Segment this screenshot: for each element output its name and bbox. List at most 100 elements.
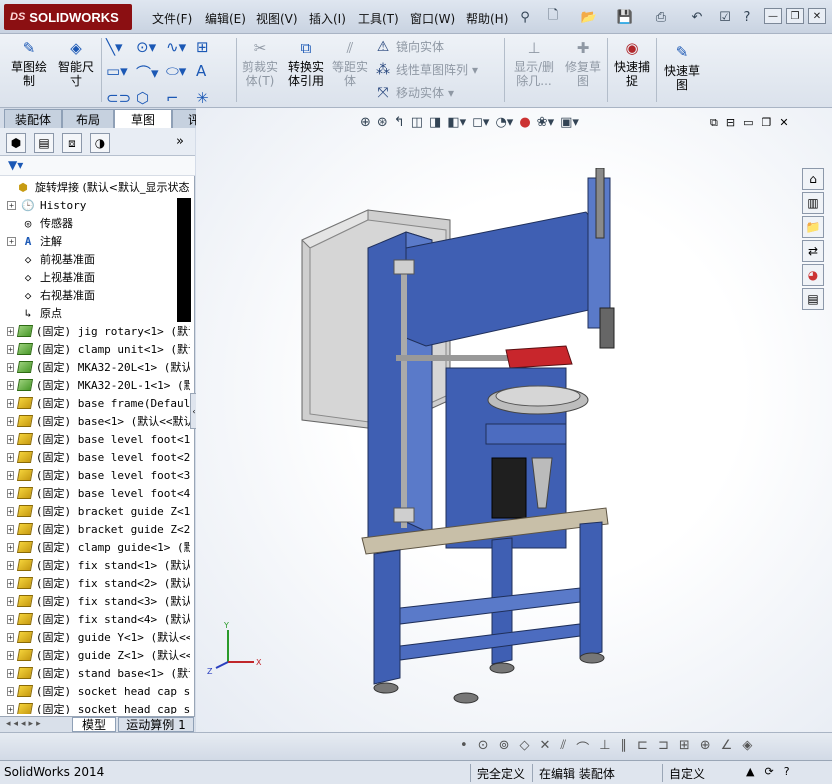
tree-item[interactable]: + (固定) base level foot<2> (0, 448, 190, 466)
tree-item[interactable]: + 🕒 History (0, 196, 190, 214)
expand-plus-icon[interactable]: + (7, 650, 14, 660)
view-orientation-icon[interactable]: ◧▾ (447, 115, 466, 130)
tab-layout[interactable]: 布局 (62, 109, 114, 128)
vertical-snap-icon[interactable]: ⊐ (658, 738, 669, 757)
point-icon[interactable]: ✳ (196, 89, 226, 107)
expand-plus-icon[interactable]: + (7, 614, 14, 624)
quick-tips-icon[interactable]: ? (784, 765, 790, 778)
tree-item[interactable]: + (固定) guide Y<1> (默认<< (0, 628, 190, 646)
expand-plus-icon[interactable]: + (7, 506, 14, 516)
tree-item[interactable]: + (固定) fix stand<3> (默认 (0, 592, 190, 610)
trim-entities-button[interactable]: ✂ 剪裁实 体(T) (240, 38, 280, 89)
tree-item[interactable]: + (固定) base level foot<3> (0, 466, 190, 484)
minimize-button[interactable]: — (764, 8, 782, 24)
menu-window[interactable]: 窗口(W) (410, 10, 455, 27)
save-icon[interactable]: 💾 (616, 8, 634, 26)
tree-item[interactable]: + A 注解 (0, 232, 190, 250)
expand-plus-icon[interactable]: + (7, 380, 14, 390)
tree-item[interactable]: + (固定) MKA32-20L<1> (默认 (0, 358, 190, 376)
hide-show-icon[interactable]: ◔▾ (495, 115, 513, 130)
spline-icon[interactable]: ∿▾ (166, 38, 196, 56)
zoom-to-area-icon[interactable]: ⊛ (377, 115, 388, 130)
restore-button[interactable]: ❐ (786, 8, 804, 24)
tree-item[interactable]: ◎ 传感器 (0, 214, 190, 232)
linear-pattern-button[interactable]: ⁂ 线性草图阵列 ▾ (374, 61, 498, 78)
menu-help[interactable]: 帮助(H) (466, 10, 508, 27)
tab-model[interactable]: 模型 (72, 717, 116, 732)
display-style-icon[interactable]: ◻▾ (472, 115, 489, 130)
expand-plus-icon[interactable]: + (7, 344, 14, 354)
viewport-minimize-icon[interactable]: ▭ (743, 116, 753, 130)
tree-item[interactable]: + (固定) base level foot<4> (0, 484, 190, 502)
expand-panel-icon[interactable]: » (176, 134, 184, 149)
new-document-icon[interactable]: 🗋 (544, 8, 562, 26)
tab-assembly[interactable]: 装配体 (4, 109, 62, 128)
polygon-icon[interactable]: ⬡ (136, 89, 166, 107)
horizontal-snap-icon[interactable]: ⊏ (637, 738, 648, 757)
print-icon[interactable]: ⎙ (652, 8, 670, 26)
options-icon[interactable]: ☑ (716, 8, 734, 26)
units-status[interactable]: 自定义 (662, 764, 742, 782)
file-explorer-icon[interactable]: 📁 (802, 216, 824, 238)
tile-view-icon[interactable]: ⊟ (726, 116, 735, 130)
tree-item[interactable]: ◇ 前视基准面 (0, 250, 190, 268)
split-view-icon[interactable]: ⧉ (710, 116, 718, 130)
tree-item[interactable]: ⬢ 旋转焊接 (默认<默认_显示状态 (0, 178, 190, 196)
offset-entities-button[interactable]: ⫽ 等距实 体 (330, 38, 370, 89)
tree-item[interactable]: + (固定) clamp guide<1> (默 (0, 538, 190, 556)
solidworks-resources-icon[interactable]: ⌂ (802, 168, 824, 190)
close-button[interactable]: ✕ (808, 8, 826, 24)
length-snap-icon[interactable]: ⊞ (679, 738, 690, 757)
open-folder-icon[interactable]: 📂 (580, 8, 598, 26)
pin-icon[interactable]: ⚲ (516, 8, 534, 26)
slot-icon[interactable]: ⊂⊃ (106, 89, 136, 107)
intersection-snap-icon[interactable]: ✕ (539, 738, 550, 757)
viewport-restore-icon[interactable]: ❐ (761, 116, 771, 130)
design-library-icon[interactable]: ▥ (802, 192, 824, 214)
expand-plus-icon[interactable]: + (7, 686, 14, 696)
scene-icon[interactable]: ❀▾ (537, 115, 554, 130)
menu-tools[interactable]: 工具(T) (358, 10, 399, 27)
expand-plus-icon[interactable]: + (7, 236, 16, 246)
tree-item[interactable]: + (固定) bracket guide Z<2> (0, 520, 190, 538)
tree-item[interactable]: ◇ 右视基准面 (0, 286, 190, 304)
parallel-snap-icon[interactable]: ∥ (621, 738, 628, 757)
expand-plus-icon[interactable]: + (7, 524, 14, 534)
tab-scroll-arrows-icon[interactable]: ◂◂◂▸▸ (6, 719, 44, 729)
expand-plus-icon[interactable]: + (7, 668, 14, 678)
tree-item[interactable]: + (固定) guide Z<1> (默认<< (0, 646, 190, 664)
expand-plus-icon[interactable]: + (7, 434, 14, 444)
move-entities-button[interactable]: ⤧ 移动实体 ▾ (374, 84, 498, 101)
point-snap-icon[interactable]: • (460, 738, 468, 757)
tree-item[interactable]: + (固定) stand base<1> (默认 (0, 664, 190, 682)
solidworks-logo[interactable]: DS SOLIDWORKS (4, 4, 132, 30)
quick-snaps-button[interactable]: ◉ 快速捕 捉 (610, 38, 654, 89)
tree-item[interactable]: + (固定) socket head cap sc (0, 700, 190, 714)
angle-snap-icon[interactable]: ∠ (721, 738, 733, 757)
menu-file[interactable]: 文件(F) (152, 10, 192, 27)
grid-snap-icon[interactable]: ⊕ (700, 738, 711, 757)
sketch-button[interactable]: ✎ 草图绘 制 (8, 38, 50, 89)
tree-item[interactable]: + (固定) fix stand<2> (默认 (0, 574, 190, 592)
undo-icon[interactable]: ↶ (688, 8, 706, 26)
edit-appearance-icon[interactable]: ● (519, 115, 530, 130)
tree-item[interactable]: + (固定) fix stand<1> (默认 (0, 556, 190, 574)
display-manager-icon[interactable]: ◑ (90, 133, 110, 153)
assembly-model[interactable] (296, 168, 736, 708)
smart-dimension-button[interactable]: ◈ 智能尺 寸 (54, 38, 98, 89)
appearances-icon[interactable]: ◕ (802, 264, 824, 286)
tree-item[interactable]: ◇ 上视基准面 (0, 268, 190, 286)
view-palette-icon[interactable]: ⇄ (802, 240, 824, 262)
rebuild-icon[interactable]: ⟳ (764, 765, 773, 778)
tree-item[interactable]: + (固定) jig rotary<1> (默认 (0, 322, 190, 340)
tree-item[interactable]: + (固定) base level foot<1> (0, 430, 190, 448)
tree-item[interactable]: ↳ 原点 (0, 304, 190, 322)
tree-item[interactable]: + (固定) socket head cap sc (0, 682, 190, 700)
fillet-icon[interactable]: ⌐ (166, 89, 196, 107)
expand-plus-icon[interactable]: + (7, 560, 14, 570)
display-delete-relations-button[interactable]: ⊥ 显示/删 除几... (510, 38, 558, 89)
perpendicular-snap-icon[interactable]: ⊥ (599, 738, 610, 757)
view-settings-icon[interactable]: ▣▾ (560, 115, 579, 130)
tree-item[interactable]: + (固定) base<1> (默认<<默认 (0, 412, 190, 430)
expand-plus-icon[interactable]: + (7, 488, 14, 498)
